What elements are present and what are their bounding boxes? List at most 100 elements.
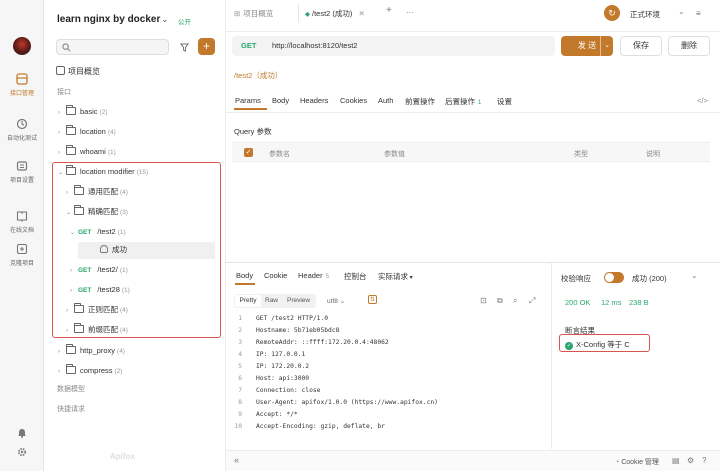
copy-icon[interactable]: ⧉ [497,296,503,306]
refresh-icon[interactable]: ↻ [604,5,620,21]
bell-icon[interactable] [17,428,27,438]
tab-overview[interactable]: ⊞ 项目概览 [234,8,273,19]
cookie-manager[interactable]: ◔ Cookie 管理 [615,457,659,467]
test-icon [16,118,28,130]
settings-icon[interactable]: ⚙ [687,456,694,465]
folder-count: (4) [117,348,125,355]
folder-icon [66,125,76,135]
tree-folder-http-proxy[interactable]: › http_proxy (4) [58,343,125,359]
visibility-badge: 公开 [178,19,191,26]
tab-params[interactable]: Params [235,96,261,105]
watermark: Apifox [110,452,135,461]
menu-icon[interactable]: ≡ [696,9,701,18]
rail-label: 接口管理 [9,91,34,97]
rail-item-doc[interactable]: 在线文档 [0,210,44,234]
tab-auth[interactable]: Auth [378,96,393,105]
chevron-right-icon: › [58,130,60,136]
tab-settings[interactable]: 设置 [497,96,512,107]
delete-button[interactable]: 删除 [668,36,710,56]
response-tab-cookie[interactable]: Cookie [264,271,287,280]
search-input[interactable] [56,39,169,55]
select-all-checkbox[interactable]: ✓ [244,148,253,157]
chevron-down-icon: ⌄ [678,7,685,16]
project-overview[interactable]: 项目概览 [56,66,100,77]
code-text: IP: 172.20.0.2 [256,363,310,370]
response-tab-actual-request[interactable]: 实际请求 ▾ [378,271,413,282]
more-tabs-icon[interactable]: ⋯ [406,8,414,17]
response-tab-console[interactable]: 控制台 [344,271,367,282]
grid-icon: ⊞ [234,9,241,18]
assert-item: ✓ X-Config 等于 C [565,339,630,350]
tab-pre-actions[interactable]: 前置操作 [405,96,435,107]
tab-post-actions[interactable]: 后置操作 1 [445,96,481,107]
validate-result[interactable]: 成功 (200) [632,273,667,284]
save-button[interactable]: 保存 [620,36,662,56]
code-line: 5 IP: 172.20.0.2 [238,363,310,370]
filter-icon[interactable] [180,43,189,52]
assert-text: X-Config 等于 C [576,340,630,349]
code-icon[interactable]: </> [697,96,708,105]
response-size: 238 B [629,298,649,307]
save-response-icon[interactable]: ⊡ [480,296,487,305]
rail-item-api[interactable]: 接口管理 [0,73,44,97]
tab-label: /test2 (成功) [312,9,353,18]
response-body[interactable]: 1 GET /test2 HTTP/1.0 2 Hostname: 5b71eb05… [226,313,547,441]
search-icon[interactable]: ⌕ [513,296,517,306]
add-button[interactable]: + [198,38,215,55]
project-switch-icon[interactable]: ⌄ [161,14,169,25]
divider [226,112,720,113]
panel-splitter[interactable] [226,262,720,263]
project-name[interactable]: learn nginx by docker [57,14,160,25]
url-bar: GET http://localhost:8120/test2 [232,36,555,56]
method-select[interactable]: GET [241,41,256,50]
environment-select[interactable]: 正式环境 [630,9,660,20]
gear-icon[interactable] [17,447,27,457]
avatar[interactable] [13,37,31,55]
view-pretty[interactable]: Pretty [235,295,261,307]
tab-headers[interactable]: Headers [300,96,328,105]
view-preview[interactable]: Preview [287,295,310,307]
format-icon[interactable]: ⇅ [368,295,377,304]
view-raw[interactable]: Raw [265,295,278,307]
new-tab-button[interactable]: + [386,5,392,16]
tab-divider [298,4,299,22]
code-text: Hostname: 5b71eb05bdc8 [256,327,340,334]
encoding-select[interactable]: utf8 ⌄ [327,297,345,305]
rail-label: 项目设置 [9,178,34,184]
panel-divider [551,263,552,449]
send-label: 发 送 [577,41,597,50]
rail-item-test[interactable]: 自动化测试 [0,118,44,142]
validate-toggle[interactable] [604,272,624,283]
tab-cookies[interactable]: Cookies [340,96,367,105]
rail-item-settings[interactable]: 项目设置 [0,160,44,184]
fullscreen-icon[interactable]: ⤢ [529,296,535,306]
tree-folder-location[interactable]: › location (4) [58,124,116,140]
response-tab-header[interactable]: Header 5 [298,271,329,280]
tree-folder-whoami[interactable]: › whoami (1) [58,144,116,160]
status-code: 200 OK [565,298,591,307]
tab-active-request[interactable]: ◆/test2 (成功) ✕ [305,8,365,19]
url-input[interactable]: http://localhost:8120/test2 [272,41,357,50]
chevron-down-icon[interactable]: ⌄ [600,36,610,56]
close-icon[interactable]: ✕ [358,9,364,18]
folder-label: http_proxy [80,346,116,355]
tab-body[interactable]: Body [272,96,289,105]
tree-folder-basic[interactable]: › basic (2) [58,104,107,120]
column-header: 类型 [574,151,588,158]
collapse-sidebar-icon[interactable]: « [234,455,239,465]
top-tab-bar: ⊞ 项目概览 ◆/test2 (成功) ✕ + ⋯ ↻ 正式环境 ⌄ ≡ [226,0,720,32]
quick-requests-label[interactable]: 快捷请求 [57,404,85,414]
folder-count: (1) [107,149,116,156]
folder-label: basic [80,107,98,116]
tab-count: 1 [478,100,482,106]
help-icon[interactable]: ? [702,456,706,465]
send-button[interactable]: 发 送 ⌄ [561,36,613,56]
models-label[interactable]: 数据模型 [57,384,85,394]
tab-label: 后置操作 [445,97,475,106]
layout-icon[interactable]: ▤ [672,456,680,465]
tree-folder-compress[interactable]: › compress (2) [58,363,122,379]
folder-count: (2) [114,368,123,375]
response-tab-body[interactable]: Body [236,271,253,280]
rail-item-clone[interactable]: 克隆项目 [0,243,44,267]
overview-label: 项目概览 [68,67,100,76]
